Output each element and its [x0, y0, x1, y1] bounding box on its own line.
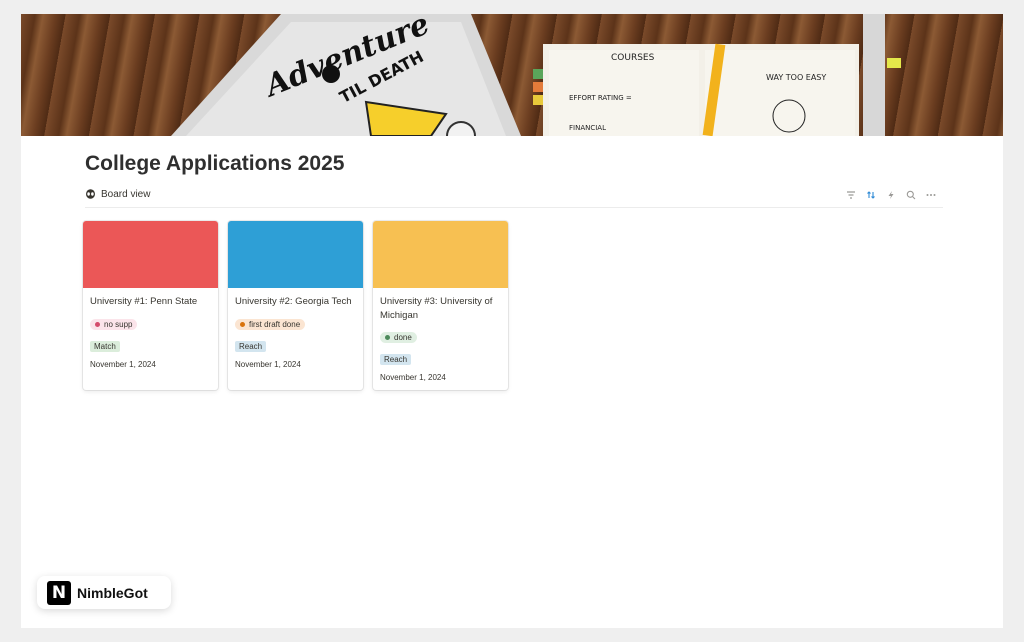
status-label: no supp: [104, 319, 133, 329]
notebook-right-page: [705, 50, 855, 136]
view-toolbar: [845, 189, 937, 201]
status-dot: [385, 335, 390, 340]
nimblegot-badge[interactable]: N NimbleGot: [37, 576, 171, 609]
nimblegot-label: NimbleGot: [77, 584, 148, 601]
card-date: November 1, 2024: [380, 373, 446, 382]
cover-image[interactable]: Adventure TIL DEATH COURSES EFFORT RATIN…: [21, 14, 1003, 136]
card-michigan[interactable]: University #3: University of Michigan do…: [373, 221, 508, 390]
page-title: College Applications 2025: [85, 152, 345, 175]
card-date: November 1, 2024: [90, 359, 156, 369]
status-dot: [95, 321, 100, 327]
view-bar: Board view: [85, 186, 943, 208]
card-title: University #1: Penn State: [90, 296, 198, 307]
board-view-tab[interactable]: Board view: [85, 189, 150, 200]
card-title: University #2: Georgia Tech: [235, 296, 352, 307]
category-tag[interactable]: Match: [90, 340, 120, 352]
card-georgia-tech[interactable]: University #2: Georgia Tech first draft …: [228, 221, 363, 390]
filter-icon[interactable]: [845, 189, 857, 201]
status-tag[interactable]: no supp: [90, 318, 138, 330]
board: University #1: Penn State no supp Match …: [83, 221, 508, 390]
page-frame: Adventure TIL DEATH COURSES EFFORT RATIN…: [21, 14, 1003, 628]
nimblegot-logo: N: [47, 580, 71, 605]
cover-illustration: Adventure TIL DEATH COURSES EFFORT RATIN…: [171, 14, 901, 136]
alien-icon: [86, 189, 95, 199]
notebook-heading: COURSES: [611, 53, 655, 63]
card-cover: [373, 221, 508, 288]
category-tag[interactable]: Reach: [235, 340, 267, 352]
notebook-line-1: EFFORT RATING =: [569, 94, 632, 102]
sort-icon[interactable]: [865, 189, 877, 201]
sticky-tab: [887, 58, 901, 68]
tab-green: [533, 69, 543, 79]
board-view-label: Board view: [101, 189, 151, 200]
card-date: November 1, 2024: [235, 359, 301, 369]
more-icon[interactable]: [925, 189, 937, 201]
status-tag[interactable]: done: [380, 332, 417, 343]
card-penn-state[interactable]: University #1: Penn State no supp Match …: [83, 221, 218, 390]
category-tag[interactable]: Reach: [380, 354, 412, 365]
card-title: University #3: University of Michigan: [380, 296, 493, 321]
card-cover: [83, 221, 218, 288]
status-dot: [240, 321, 245, 327]
notebook-line-2: WAY TOO EASY: [766, 73, 826, 82]
status-label: done: [394, 333, 412, 342]
lightning-icon[interactable]: [885, 189, 897, 201]
ruler: [863, 14, 885, 136]
status-label: first draft done: [249, 319, 301, 329]
card-cover: [228, 221, 363, 288]
tab-yellow: [533, 95, 543, 105]
skull-icon: [322, 65, 340, 83]
search-icon[interactable]: [905, 189, 917, 201]
status-tag[interactable]: first draft done: [235, 318, 306, 330]
tab-orange: [533, 82, 543, 92]
notebook-line-3: FINANCIAL: [569, 124, 606, 132]
